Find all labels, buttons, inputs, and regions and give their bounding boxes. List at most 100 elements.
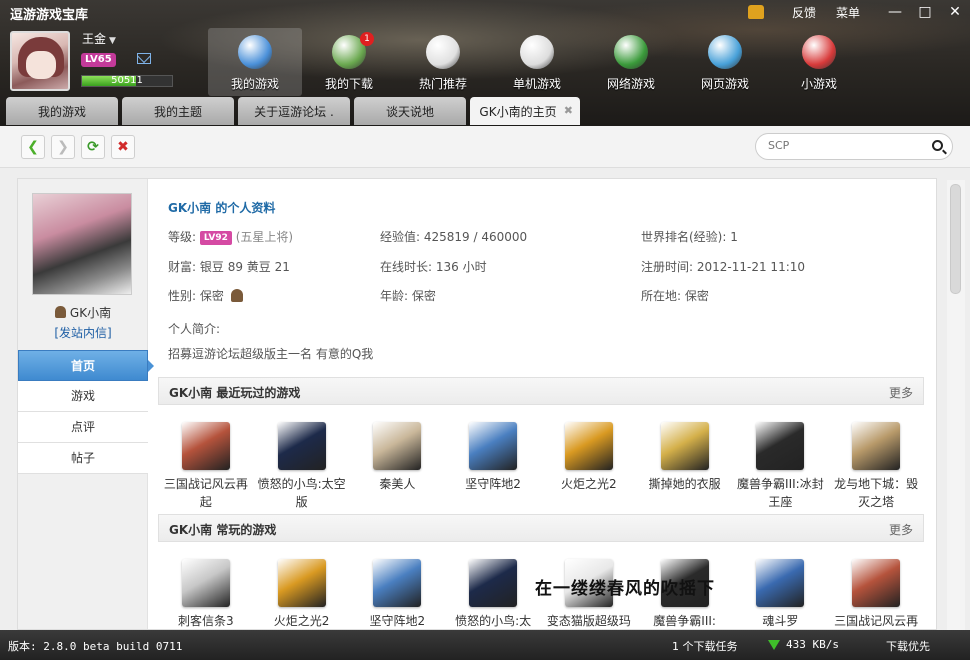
game-name[interactable]: 坚守阵地2 [352,612,442,629]
register-row: 注册时间: 2012-11-21 11:10 [641,260,806,274]
user-avatar[interactable] [10,31,70,91]
username[interactable]: 王金 ▼ [82,30,116,47]
nav-item-label: 热门推荐 [418,77,467,91]
close-button[interactable]: ✕ [940,1,970,23]
game-tile[interactable]: 刺客信条3 [158,559,254,629]
stop-icon[interactable]: ✖ [111,135,135,159]
tab-4[interactable]: GK小南的主页 ✖ [470,97,580,125]
game-name[interactable]: 愤怒的小鸟:太 [448,612,538,629]
game-icon[interactable] [756,559,805,607]
game-name[interactable]: 魔兽争霸III:冰封王座 [735,475,825,511]
hot-recommend-icon [426,35,460,69]
game-name[interactable]: 龙与地下城：毁灭之塔 [831,475,921,511]
game-icon[interactable] [277,422,326,470]
game-icon[interactable] [852,422,901,470]
game-name[interactable]: 坚守阵地2 [448,475,538,493]
game-icon[interactable] [564,422,613,470]
game-tile[interactable]: 魂斗罗 [733,559,829,629]
refresh-icon[interactable]: ⟳ [81,135,105,159]
search-box[interactable] [755,133,953,160]
game-tile[interactable]: 三国战记风云再起 [158,422,254,511]
download-arrow-icon [768,639,780,650]
profile-avatar [32,193,132,295]
tab-1[interactable]: 我的主题 [122,97,234,125]
game-tile[interactable]: 三国战记风云再 [828,559,924,629]
game-tile[interactable]: 秦美人 [350,422,446,511]
game-icon[interactable] [469,422,518,470]
version-label: 版本: 2.8.0 beta build 0711 [8,640,183,653]
game-name[interactable]: 愤怒的小鸟:太空版 [257,475,347,511]
game-name[interactable]: 撕掉她的衣服 [640,475,730,493]
menu-button[interactable]: 菜单 [836,4,860,21]
send-message-link[interactable]: [发站内信] [18,324,148,341]
feedback-button[interactable]: 反馈 [792,4,816,21]
game-tile[interactable]: 火炬之光2 [541,422,637,511]
nav-item-6[interactable]: 小游戏 [772,28,866,96]
tab-label: 关于逗游论坛 . [254,104,334,119]
tab-0[interactable]: 我的游戏 [6,97,118,125]
game-name[interactable]: 三国战记风云再起 [161,475,251,511]
download-tasks[interactable]: 1 个下载任务 [672,638,738,654]
search-input[interactable] [768,139,918,152]
wealth-row: 财富: 银豆 89 黄豆 21 [168,260,290,274]
game-tile[interactable]: 撕掉她的衣服 [637,422,733,511]
frequent-games-title: GK小南 常玩的游戏 [169,523,277,537]
game-tile[interactable]: 愤怒的小鸟:太空版 [254,422,350,511]
game-tile[interactable]: 愤怒的小鸟:太 [445,559,541,629]
game-icon[interactable] [373,559,422,607]
forward-icon[interactable]: ❯ [51,135,75,159]
game-icon[interactable] [277,559,326,607]
game-name[interactable]: 火炬之光2 [544,475,634,493]
game-icon[interactable] [373,422,422,470]
exp-row: 经验值: 425819 / 460000 [380,230,528,244]
nav-item-1[interactable]: 1 我的下载 [302,28,396,96]
game-tile[interactable]: 龙与地下城：毁灭之塔 [828,422,924,511]
download-priority-button[interactable]: 下载优先 [886,638,930,654]
tab-3[interactable]: 谈天说地 [354,97,466,125]
game-tile[interactable]: 火炬之光2 [254,559,350,629]
side-nav-item-3[interactable]: 帖子 [18,443,148,474]
mail-icon[interactable] [137,53,151,64]
game-icon[interactable] [660,422,709,470]
minimize-button[interactable]: — [880,1,910,23]
nav-item-3[interactable]: 单机游戏 [490,28,584,96]
nav-item-5[interactable]: 网页游戏 [678,28,772,96]
back-icon[interactable]: ❮ [21,135,45,159]
close-tab-icon[interactable]: ✖ [564,104,573,117]
nav-item-0[interactable]: 我的游戏 [208,28,302,96]
recent-more-link[interactable]: 更多 [889,384,913,401]
maximize-button[interactable]: □ [910,1,940,23]
nav-item-label: 网络游戏 [606,77,655,91]
game-tile[interactable]: 坚守阵地2 [445,422,541,511]
nav-item-4[interactable]: 网络游戏 [584,28,678,96]
game-icon[interactable] [181,559,230,607]
game-icon[interactable] [852,559,901,607]
vertical-scrollbar[interactable] [947,180,965,630]
tab-label: 我的游戏 [37,104,86,119]
game-icon[interactable] [756,422,805,470]
scrollbar-thumb[interactable] [950,184,961,294]
game-tile[interactable]: 坚守阵地2 [350,559,446,629]
nav-item-label: 我的下载 [324,77,373,91]
game-name[interactable]: 火炬之光2 [257,612,347,629]
game-name[interactable]: 魂斗罗 [735,612,825,629]
game-icon[interactable] [181,422,230,470]
recent-games-header: GK小南 最近玩过的游戏 更多 [158,377,924,405]
nav-item-2[interactable]: 热门推荐 [396,28,490,96]
side-nav-item-0[interactable]: 首页 [18,350,154,381]
tab-2[interactable]: 关于逗游论坛 . [238,97,350,125]
skin-button[interactable] [747,5,772,19]
game-name[interactable]: 秦美人 [352,475,442,493]
game-icon[interactable] [469,559,518,607]
game-name[interactable]: 变态猫版超级玛 [544,612,634,629]
search-icon[interactable] [932,140,943,151]
game-tile[interactable]: 魔兽争霸III:冰封王座 [733,422,829,511]
profile-name: GK小南 [18,304,148,321]
game-name[interactable]: 刺客信条3 [161,612,251,629]
frequent-more-link[interactable]: 更多 [889,521,913,538]
side-nav-item-2[interactable]: 点评 [18,412,148,443]
game-name[interactable]: 魔兽争霸III: [640,612,730,629]
side-nav-item-1[interactable]: 游戏 [18,381,148,412]
tab-label: 谈天说地 [385,104,434,119]
game-name[interactable]: 三国战记风云再 [831,612,921,629]
